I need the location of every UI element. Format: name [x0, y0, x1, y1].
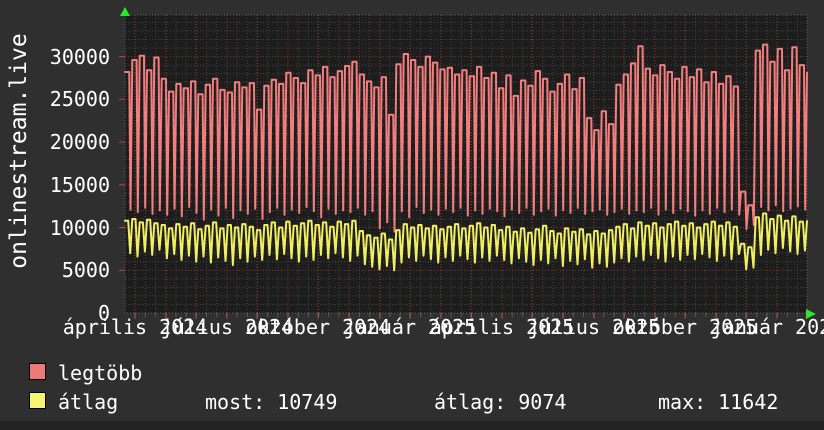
x-axis-label: január 2026 — [577, 317, 824, 338]
y-axis-label: 5000 — [0, 259, 110, 281]
y-axis-label: 10000 — [0, 217, 110, 239]
stat-most-label: most: — [205, 390, 265, 414]
stat-most-value: 10749 — [277, 390, 337, 414]
stat-atlag: átlag: 9074 — [434, 391, 566, 413]
y-axis-arrow-icon — [120, 7, 130, 16]
stat-atlag-value: 9074 — [518, 390, 566, 414]
y-axis-label: 20000 — [0, 131, 110, 153]
stat-most: most: 10749 — [205, 391, 337, 413]
stat-max-label: max: — [658, 390, 706, 414]
legend-label-atlag: átlag — [58, 391, 118, 413]
stat-atlag-label: átlag: — [434, 390, 506, 414]
y-axis-label: 25000 — [0, 88, 110, 110]
stat-max: max: 11642 — [658, 391, 778, 413]
y-axis-label: 30000 — [0, 46, 110, 68]
legend-swatch-legtobb — [29, 363, 46, 380]
legend-label-legtobb: legtöbb — [58, 362, 142, 384]
stat-max-value: 11642 — [718, 390, 778, 414]
graph-window: onlinestream.live 0500010000150002000025… — [0, 0, 824, 430]
legend-swatch-atlag — [29, 392, 46, 409]
footer-strip — [0, 421, 824, 430]
y-axis-label: 15000 — [0, 174, 110, 196]
